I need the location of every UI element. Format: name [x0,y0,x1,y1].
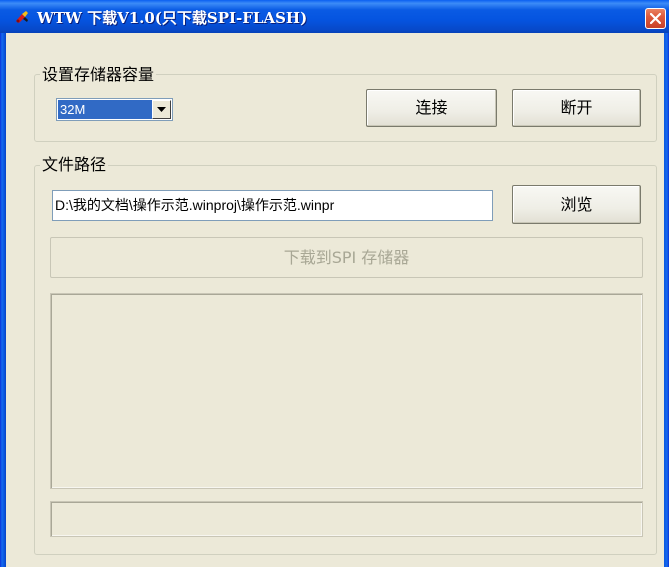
status-bar [50,501,643,537]
pepper-app-icon [14,9,30,25]
window-frame-right [664,0,669,567]
storage-capacity-caption: 设置存储器容量 [40,61,157,85]
connect-button[interactable]: 连接 [366,89,497,127]
file-path-input[interactable]: D:\我的文档\操作示范.winproj\操作示范.winpr [52,190,493,221]
close-button[interactable] [645,8,666,29]
window-title: WTW 下载V1.0(只下载SPI-FLASH) [37,9,308,27]
download-to-spi-button[interactable]: 下载到SPI 存储器 [50,237,643,278]
file-path-caption: 文件路径 [40,151,109,175]
capacity-selected-value: 32M [58,100,152,119]
browse-button[interactable]: 浏览 [512,185,641,224]
capacity-select[interactable]: 32M [56,98,173,121]
capacity-dropdown-button[interactable] [152,100,171,119]
close-icon [650,13,661,24]
title-bar[interactable]: WTW 下载V1.0(只下载SPI-FLASH) [0,0,669,33]
chevron-down-icon [157,107,166,112]
log-area [50,293,643,489]
disconnect-button[interactable]: 断开 [512,89,641,127]
app-window: WTW 下载V1.0(只下载SPI-FLASH) 设置存储器容量 32M 连接 … [0,0,669,567]
window-frame-left [0,0,6,567]
